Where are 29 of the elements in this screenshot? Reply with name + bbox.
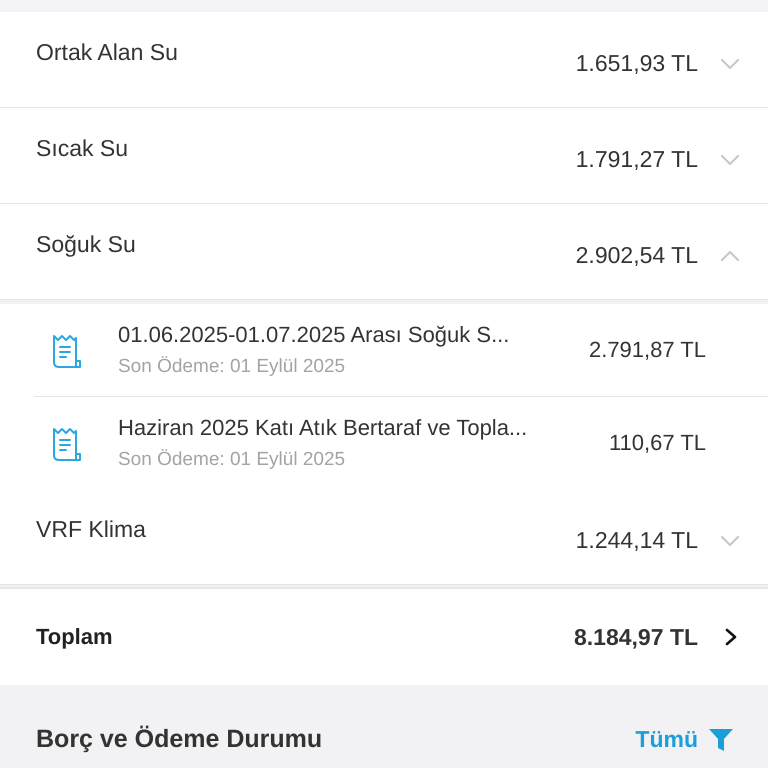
- due-date: Son Ödeme: 01 Eylül 2025: [118, 449, 346, 471]
- category-name: VRF Klima: [36, 516, 147, 543]
- bill-row[interactable]: Haziran 2025 Katı Atık Bertaraf ve Topla... Son Ödeme: 01 Eylül 2025 110,67 TL: [34, 397, 768, 489]
- bill-title: 01.06.2025-01.07.2025 Arası Soğuk S...: [118, 322, 510, 348]
- chevron-down-icon: [720, 58, 740, 70]
- category-row[interactable]: Sıcak Su 1.791,27 TL: [0, 108, 768, 204]
- category-row[interactable]: VRF Klima 1.244,14 TL: [0, 489, 768, 585]
- chevron-down-icon: [720, 534, 740, 546]
- filter-icon: [708, 728, 734, 752]
- category-amount: 1.651,93 TL: [576, 50, 698, 77]
- chevron-right-icon: [724, 627, 738, 647]
- total-label: Toplam: [36, 624, 114, 650]
- category-name: Ortak Alan Su: [36, 39, 179, 66]
- category-amount: 2.902,54 TL: [576, 242, 698, 269]
- bill-title: Haziran 2025 Katı Atık Bertaraf ve Topla...: [118, 415, 528, 441]
- section-title: Borç ve Ödeme Durumu: [36, 725, 322, 754]
- bill-amount: 110,67 TL: [608, 430, 706, 456]
- category-name: Sıcak Su: [36, 135, 130, 162]
- due-date: Son Ödeme: 01 Eylül 2025: [118, 356, 346, 378]
- bill-amount: 2.791,87 TL: [588, 337, 706, 363]
- chevron-down-icon: [720, 154, 740, 166]
- bill-row[interactable]: 01.06.2025-01.07.2025 Arası Soğuk S... Son Ödeme: 01 Eylül 2025 2.791,87 TL: [34, 304, 768, 397]
- total-amount: 8.184,97 TL: [574, 624, 698, 650]
- total-row[interactable]: Toplam 8.184,97 TL: [0, 587, 768, 685]
- chevron-up-icon: [720, 250, 740, 262]
- category-amount: 1.791,27 TL: [576, 146, 698, 173]
- category-name: Soğuk Su: [36, 231, 137, 258]
- category-amount: 1.244,14 TL: [576, 527, 698, 554]
- category-row[interactable]: Ortak Alan Su 1.651,93 TL: [0, 12, 768, 108]
